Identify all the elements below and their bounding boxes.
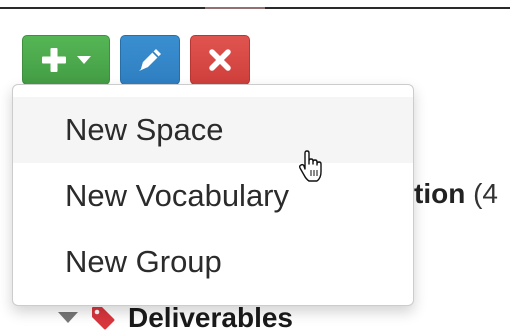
add-dropdown-button[interactable] (22, 35, 110, 85)
app-window: tion (4 Deliverables New Space New Vocab… (0, 0, 510, 334)
section-heading: tion (4 (414, 178, 498, 210)
divider-accent (205, 7, 265, 9)
pencil-icon (135, 45, 165, 75)
edit-button[interactable] (120, 35, 180, 85)
tree-item-deliverables[interactable]: Deliverables (58, 302, 293, 334)
plus-icon (41, 47, 67, 73)
menu-item-label: New Space (65, 112, 224, 147)
top-divider (0, 7, 510, 9)
hand-pointer-icon (298, 150, 326, 189)
menu-item-label: New Group (65, 244, 222, 279)
menu-item-new-space[interactable]: New Space (13, 97, 413, 163)
section-heading-count: (4 (473, 178, 498, 209)
toolbar (22, 35, 250, 85)
menu-item-label: New Vocabulary (65, 178, 290, 213)
menu-item-new-group[interactable]: New Group (13, 229, 413, 295)
caret-down-icon[interactable] (58, 312, 78, 324)
section-heading-text: tion (414, 178, 466, 209)
caret-down-icon (77, 55, 91, 65)
new-item-dropdown-menu: New Space New Vocabulary New Group (12, 84, 414, 306)
menu-item-new-vocabulary[interactable]: New Vocabulary (13, 163, 413, 229)
tree-item-label: Deliverables (128, 302, 293, 333)
times-icon (208, 48, 232, 72)
delete-button[interactable] (190, 35, 250, 85)
tag-icon (90, 305, 116, 331)
